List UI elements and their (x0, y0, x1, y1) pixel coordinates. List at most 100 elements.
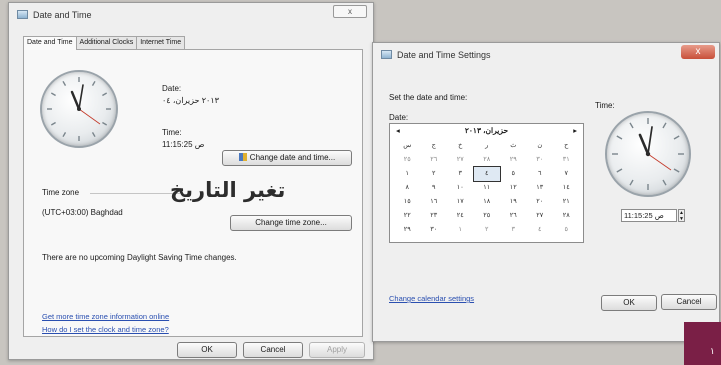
calendar-day[interactable]: ٢٢ (394, 209, 421, 223)
calendar-day[interactable]: ١٠ (447, 181, 474, 195)
cancel-button[interactable]: Cancel (243, 342, 303, 358)
calendar-day[interactable]: ٢٦ (500, 209, 527, 223)
time-value: 11:15:25 ص (162, 140, 205, 149)
analog-clock (40, 70, 118, 148)
calendar-day[interactable]: ٢٣ (421, 209, 448, 223)
clock-face-icon (47, 77, 111, 141)
handwritten-annotation: تغير التاريخ (170, 178, 286, 202)
ok-button[interactable]: OK (601, 295, 657, 311)
calendar-week-row: ٨ ٩ ١٠ ١١ ١٢ ١٣ ١٤ (394, 181, 580, 195)
close-button[interactable]: x (681, 45, 715, 59)
calendar-day[interactable]: ٤ (472, 166, 501, 182)
analog-clock (605, 111, 691, 197)
calendar-day[interactable]: ١٣ (527, 181, 554, 195)
calendar-day[interactable]: ٣٠ (527, 153, 554, 167)
calendar-day[interactable]: ٢ (474, 223, 501, 237)
time-zone-info-link[interactable]: Get more time zone information online (42, 312, 169, 321)
calendar-day[interactable]: ٢٦ (421, 153, 448, 167)
tab-additional-clocks[interactable]: Additional Clocks (75, 36, 138, 49)
calendar-day[interactable]: ١٦ (421, 195, 448, 209)
calendar-day[interactable]: ١٤ (553, 181, 580, 195)
calendar-week-row: ٢٥ ٢٦ ٢٧ ٢٨ ٢٩ ٣٠ ٣١ (394, 153, 580, 167)
time-input[interactable]: 11:15:25 ص (621, 209, 677, 222)
weekday-label: ن (537, 142, 543, 149)
calendar-day[interactable]: ١٨ (474, 195, 501, 209)
calendar-grid: س ج خ ر ث ن ح ٢٥ ٢٦ ٢٧ ٢٨ ٢٩ ٣٠ ٣١ ١ ٢ ٣ ٤ ٥ ٦ ٧ ٨ ٩ ١٠ ١١ ١٢ ١٣ ١٤… (394, 139, 580, 237)
dialog-title: Date and Time (33, 10, 92, 20)
tab-date-and-time[interactable]: Date and Time (23, 36, 77, 50)
calendar-day[interactable]: ٣ (447, 167, 474, 181)
next-month-icon[interactable]: ▸ (573, 126, 577, 135)
calendar-day[interactable]: ٩ (421, 181, 448, 195)
calendar-day[interactable]: ٢٤ (447, 209, 474, 223)
calendar-day[interactable]: ١٢ (500, 181, 527, 195)
ok-button[interactable]: OK (177, 342, 237, 358)
close-button[interactable]: x (333, 5, 367, 18)
calendar-day[interactable]: ٣٠ (421, 223, 448, 237)
calendar-day[interactable]: ١٥ (394, 195, 421, 209)
calendar-day[interactable]: ١٩ (500, 195, 527, 209)
calendar-day[interactable]: ١ (447, 223, 474, 237)
month-title[interactable]: حزيران، ٢٠١٣ (390, 126, 583, 135)
calendar-day[interactable]: ١١ (474, 181, 501, 195)
clock-app-icon (381, 50, 392, 59)
calendar-header: ◂ حزيران، ٢٠١٣ ▸ (390, 124, 583, 137)
calendar-day[interactable]: ٢٨ (474, 153, 501, 167)
cancel-button[interactable]: Cancel (661, 294, 717, 310)
calendar-day[interactable]: ٤ (527, 223, 554, 237)
date-label: Date: (162, 84, 182, 93)
settings-title-bar: Date and Time Settings x (373, 43, 719, 65)
date-value: ٢٠١٣ حزيران، ٠٤ (162, 96, 219, 105)
timezone-label: Time zone (42, 188, 80, 197)
calendar-day[interactable]: ٧ (553, 167, 580, 181)
page-number-tab: ١ (684, 322, 721, 365)
calendar-day[interactable]: ٢٥ (394, 153, 421, 167)
calendar-day[interactable]: ٢٥ (474, 209, 501, 223)
timezone-value: (UTC+03:00) Baghdad (42, 208, 123, 217)
clock-face-icon (612, 118, 684, 190)
calendar-week-row: ٢٢ ٢٣ ٢٤ ٢٥ ٢٦ ٢٧ ٢٨ (394, 209, 580, 223)
weekday-header-row: سجخرثنح (394, 139, 580, 153)
weekday-label: خ (458, 142, 463, 149)
calendar-day[interactable]: ٢٩ (500, 153, 527, 167)
title-bar: Date and Time x (9, 3, 373, 25)
change-time-zone-button[interactable]: Change time zone... (230, 215, 352, 231)
calendar-day[interactable]: ٨ (394, 181, 421, 195)
calendar-day[interactable]: ١٧ (447, 195, 474, 209)
calendar-day[interactable]: ٢٠ (527, 195, 554, 209)
calendar-day[interactable]: ١ (394, 167, 421, 181)
tab-strip: Date and Time Additional Clocks Internet… (23, 36, 186, 50)
weekday-label: ث (510, 142, 517, 149)
clock-app-icon (17, 10, 28, 19)
instruction-text: Set the date and time: (389, 93, 468, 102)
calendar-day[interactable]: ٢ (421, 167, 448, 181)
calendar-day[interactable]: ٢٨ (553, 209, 580, 223)
time-spinner[interactable]: ▲ ▼ (678, 209, 685, 222)
change-calendar-settings-link[interactable]: Change calendar settings (389, 294, 474, 303)
calendar-day[interactable]: ٦ (527, 167, 554, 181)
time-label: Time: (162, 128, 182, 137)
separator (90, 193, 180, 194)
weekday-label: س (403, 142, 412, 149)
calendar-day[interactable]: ٢٩ (394, 223, 421, 237)
calendar-week-row: ١٢٣٤٥٦٧ (394, 166, 580, 182)
calendar-day[interactable]: ٢١ (553, 195, 580, 209)
dst-message: There are no upcoming Daylight Saving Ti… (42, 253, 237, 262)
date-label: Date: (389, 113, 409, 122)
weekday-label: ج (431, 142, 436, 149)
apply-button[interactable]: Apply (309, 342, 365, 358)
tab-internet-time[interactable]: Internet Time (136, 36, 186, 49)
calendar-day[interactable]: ٣ (500, 223, 527, 237)
calendar-week-row: ١٥ ١٦ ١٧ ١٨ ١٩ ٢٠ ٢١ (394, 195, 580, 209)
calendar-day[interactable]: ٥ (500, 167, 527, 181)
calendar-day[interactable]: ٥ (553, 223, 580, 237)
time-label: Time: (595, 101, 615, 110)
date-and-time-settings-dialog: Date and Time Settings x Set the date an… (372, 42, 720, 342)
calendar-week-row: ٢٩ ٣٠ ١ ٢ ٣ ٤ ٥ (394, 223, 580, 237)
calendar-day[interactable]: ٢٧ (447, 153, 474, 167)
calendar-day[interactable]: ٣١ (553, 153, 580, 167)
clock-help-link[interactable]: How do I set the clock and time zone? (42, 325, 169, 334)
calendar-day[interactable]: ٢٧ (527, 209, 554, 223)
spin-down-icon[interactable]: ▼ (679, 216, 684, 222)
change-date-and-time-button[interactable]: Change date and time... (222, 150, 352, 166)
